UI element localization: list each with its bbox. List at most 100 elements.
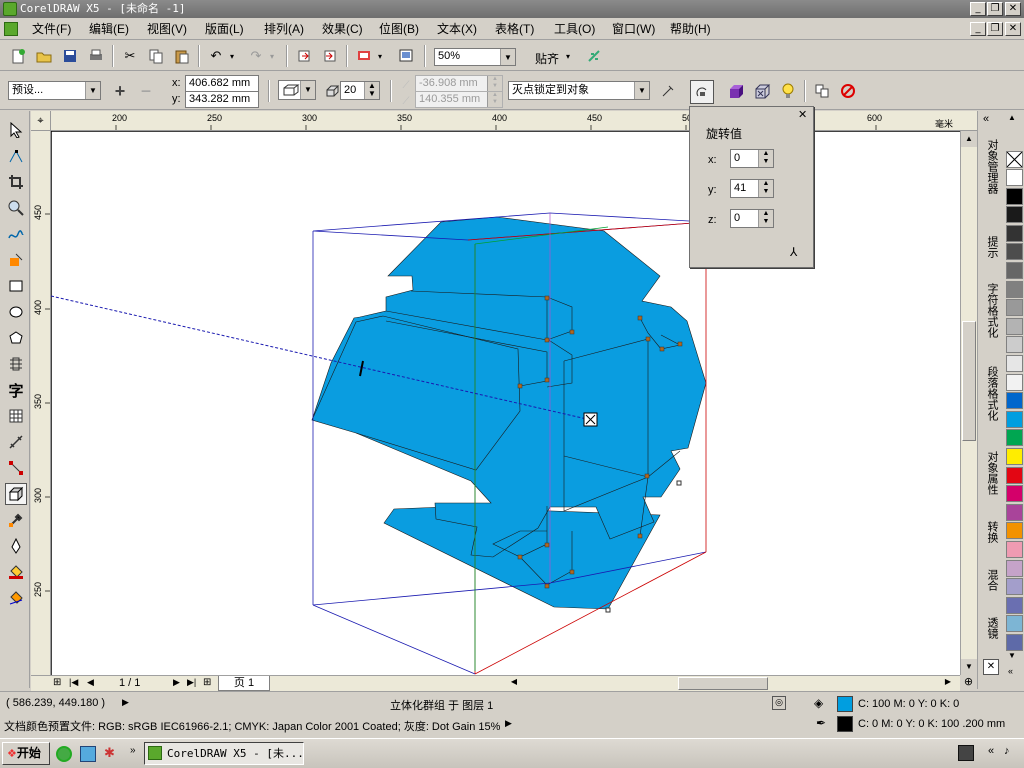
doc-minimize-button[interactable]: _ bbox=[970, 22, 986, 36]
vp-reference-icon[interactable] bbox=[658, 81, 678, 101]
extrude-rotation-button[interactable] bbox=[690, 80, 714, 104]
fill-tool-icon[interactable] bbox=[5, 561, 27, 583]
document-icon[interactable] bbox=[4, 22, 18, 36]
dimension-tool-icon[interactable] bbox=[5, 431, 27, 453]
last-page-icon[interactable]: ▶| bbox=[187, 677, 196, 688]
smart-fill-tool-icon[interactable] bbox=[5, 249, 27, 271]
palette-swatch[interactable] bbox=[1006, 522, 1023, 540]
palette-swatch[interactable] bbox=[1006, 410, 1023, 428]
palette-swatch[interactable] bbox=[1006, 336, 1023, 354]
palette-swatch[interactable] bbox=[1006, 169, 1023, 186]
taskbar-coreldraw-button[interactable]: CorelDRAW X5 - [未... bbox=[144, 742, 304, 765]
palette-swatch[interactable] bbox=[1006, 503, 1023, 521]
extrusion-bevel-icon[interactable] bbox=[752, 81, 772, 101]
doc-restore-button[interactable]: ❐ bbox=[987, 22, 1003, 36]
rotation-center-marker[interactable] bbox=[583, 412, 598, 427]
previous-page-icon[interactable]: ◀ bbox=[87, 677, 94, 688]
menu-help[interactable]: 帮助(H) bbox=[670, 21, 711, 37]
rotate-z-field[interactable]: 0 ▲ ▼ bbox=[730, 209, 774, 228]
table-tool-icon[interactable] bbox=[5, 405, 27, 427]
add-page-after-icon[interactable]: ⊞ bbox=[203, 677, 211, 688]
undo-dropdown-icon[interactable]: ▾ bbox=[226, 46, 238, 66]
save-icon[interactable] bbox=[60, 46, 80, 66]
palette-swatch[interactable] bbox=[1006, 634, 1023, 651]
menu-table[interactable]: 表格(T) bbox=[495, 21, 534, 37]
application-launcher-icon[interactable] bbox=[354, 46, 374, 66]
freehand-tool-icon[interactable] bbox=[5, 223, 27, 245]
ruler-origin-icon[interactable]: ⌖ bbox=[31, 111, 51, 131]
vanishing-mode-dropdown-icon[interactable]: ▼ bbox=[634, 82, 649, 99]
tray-expand-icon[interactable]: « bbox=[988, 745, 994, 757]
add-page-before-icon[interactable]: ⊞ bbox=[53, 677, 61, 688]
zoom-tool-icon[interactable] bbox=[5, 197, 27, 219]
palette-swatch[interactable] bbox=[1006, 373, 1023, 391]
menu-text[interactable]: 文本(X) bbox=[437, 21, 477, 37]
menu-window[interactable]: 窗口(W) bbox=[612, 21, 655, 37]
palette-swatch[interactable] bbox=[1006, 262, 1023, 279]
palette-flyout-icon[interactable]: « bbox=[1008, 666, 1013, 676]
welcome-screen-icon[interactable] bbox=[396, 46, 416, 66]
scroll-left-icon[interactable]: ◀ bbox=[507, 677, 521, 690]
extrusion-type-select[interactable]: ▼ bbox=[278, 80, 316, 100]
zoom-level-select[interactable]: 50% ▼ bbox=[434, 48, 516, 66]
outline-pen-tool-icon[interactable] bbox=[5, 535, 27, 557]
vp-y-spin-icon[interactable]: ▲ ▼ bbox=[487, 92, 502, 107]
vertical-scroll-thumb[interactable] bbox=[962, 321, 976, 441]
preset-select[interactable]: 预设... ▼ bbox=[8, 81, 101, 100]
quicklaunch-more-icon[interactable]: » bbox=[130, 745, 136, 756]
import-icon[interactable] bbox=[294, 46, 314, 66]
redo-icon[interactable]: ↷ bbox=[246, 46, 266, 66]
palette-swatch[interactable] bbox=[1006, 578, 1023, 596]
docker-tab-character-formatting[interactable]: 字符格式化 bbox=[981, 283, 1001, 338]
navigator-icon[interactable]: ⊕ bbox=[960, 675, 977, 691]
scroll-down-icon[interactable]: ▼ bbox=[961, 659, 977, 675]
menu-bitmaps[interactable]: 位图(B) bbox=[379, 21, 419, 37]
no-color-swatch[interactable] bbox=[1006, 151, 1023, 168]
palette-swatch[interactable] bbox=[1006, 541, 1023, 558]
docker-tab-transformations[interactable]: 转换 bbox=[981, 521, 1001, 543]
ellipse-tool-icon[interactable] bbox=[5, 301, 27, 323]
add-preset-icon[interactable]: + bbox=[110, 81, 130, 101]
menu-effects[interactable]: 效果(C) bbox=[322, 21, 363, 37]
expand-dockers-icon[interactable]: « bbox=[983, 113, 989, 125]
color-profile-expand-icon[interactable]: ▶ bbox=[505, 718, 512, 729]
palette-swatch[interactable] bbox=[1006, 187, 1023, 205]
quicklaunch-ie-icon[interactable] bbox=[80, 746, 96, 762]
menu-view[interactable]: 视图(V) bbox=[147, 21, 187, 37]
docker-tab-paragraph-formatting[interactable]: 段落格式化 bbox=[981, 366, 1001, 421]
fill-color-swatch[interactable] bbox=[837, 696, 853, 712]
palette-scroll-up-icon[interactable]: ▲ bbox=[1008, 113, 1016, 122]
quicklaunch-app-icon[interactable]: ✱ bbox=[104, 745, 115, 761]
palette-swatch[interactable] bbox=[1006, 466, 1023, 484]
rotate-y-field[interactable]: 41 ▲ ▼ bbox=[730, 179, 774, 198]
extrusion-color-icon[interactable] bbox=[726, 81, 746, 101]
rectangle-tool-icon[interactable] bbox=[5, 275, 27, 297]
connector-tool-icon[interactable] bbox=[5, 457, 27, 479]
launcher-dropdown-icon[interactable]: ▾ bbox=[374, 46, 386, 66]
open-icon[interactable] bbox=[34, 46, 54, 66]
palette-swatch[interactable] bbox=[1006, 429, 1023, 447]
doc-close-button[interactable]: ✕ bbox=[1005, 22, 1021, 36]
palette-scroll-down-icon[interactable]: ▼ bbox=[1008, 651, 1016, 660]
minimize-button[interactable]: _ bbox=[970, 2, 986, 16]
vanishing-point-mode-select[interactable]: 灭点锁定到对象 ▼ bbox=[508, 81, 650, 100]
palette-swatch[interactable] bbox=[1006, 392, 1023, 410]
remove-preset-icon[interactable]: − bbox=[136, 81, 156, 101]
menu-tools[interactable]: 工具(O) bbox=[554, 21, 595, 37]
crop-tool-icon[interactable] bbox=[5, 171, 27, 193]
toggle-rotation-view-icon[interactable]: ⅄ bbox=[790, 245, 797, 259]
palette-swatch[interactable] bbox=[1006, 317, 1023, 335]
copy-icon[interactable] bbox=[146, 46, 166, 66]
eyedropper-tool-icon[interactable] bbox=[5, 509, 27, 531]
snap-dropdown-icon[interactable]: ▾ bbox=[562, 46, 574, 66]
rotate-x-spin-icon[interactable]: ▲ ▼ bbox=[758, 150, 773, 167]
palette-swatch[interactable] bbox=[1006, 224, 1023, 242]
options-icon[interactable] bbox=[584, 46, 604, 66]
clear-extrude-icon[interactable] bbox=[838, 81, 858, 101]
polygon-tool-icon[interactable] bbox=[5, 327, 27, 349]
first-page-icon[interactable]: |◀ bbox=[69, 677, 78, 688]
docker-tab-blend[interactable]: 混合 bbox=[981, 569, 1001, 591]
copy-extrude-properties-icon[interactable] bbox=[812, 81, 832, 101]
quicklaunch-chrome-icon[interactable] bbox=[56, 746, 72, 762]
vertical-scrollbar[interactable]: ▲ ▼ bbox=[960, 131, 977, 676]
